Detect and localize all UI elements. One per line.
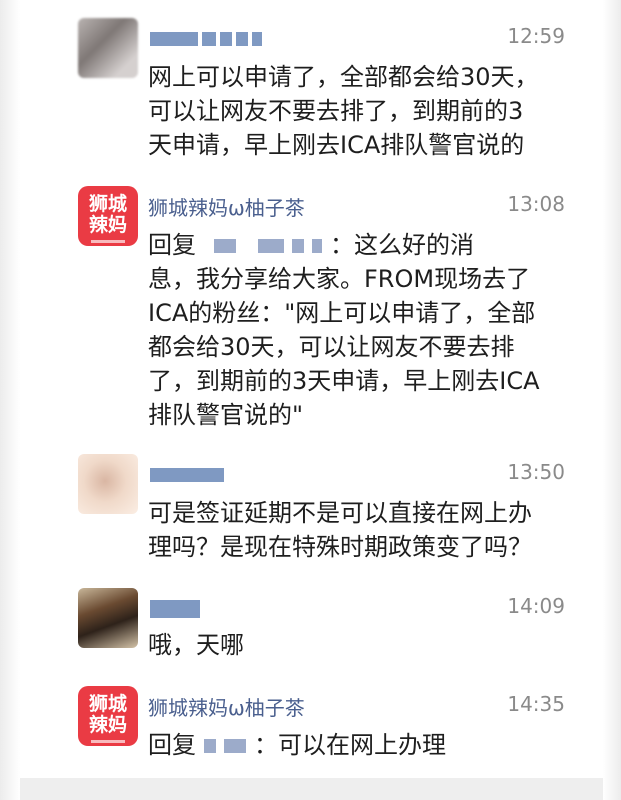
reply-prefix: 回复 xyxy=(148,731,196,759)
message-time: 13:50 xyxy=(507,460,565,484)
message-body: 息，我分享给大家。FROM现场去了 ICA的粉丝："网上可以申请了，全部 都会给… xyxy=(148,265,540,429)
reply-suffix: ：可以在网上办理 xyxy=(254,731,446,759)
avatar-decoration xyxy=(91,740,125,743)
sender-name-redacted[interactable] xyxy=(150,28,266,46)
avatar[interactable] xyxy=(78,18,138,78)
chat-screen: 12:59 网上可以申请了，全部都会给30天， 可以让网友不要去排了，到期前的3… xyxy=(0,0,621,800)
reply-prefix: 回复 xyxy=(148,231,196,259)
message-time: 12:59 xyxy=(507,24,565,48)
reply-target-redacted[interactable] xyxy=(292,239,304,253)
avatar[interactable] xyxy=(78,588,138,648)
reply-suffix: ：这么好的消 xyxy=(330,231,474,259)
message-time: 14:35 xyxy=(507,692,565,716)
reply-target-redacted[interactable] xyxy=(224,739,246,753)
message-text: 可是签证延期不是可以直接在网上办 理吗？是现在特殊时期政策变了吗？ xyxy=(148,499,532,561)
message-time: 13:08 xyxy=(507,192,565,216)
sender-name[interactable]: 狮城辣妈ω柚子茶 xyxy=(148,192,305,221)
avatar[interactable] xyxy=(78,454,138,514)
message-text: 网上可以申请了，全部都会给30天， 可以让网友不要去排了，到期前的3 天申请，早… xyxy=(148,63,539,159)
reply-target-redacted[interactable] xyxy=(204,739,216,753)
sender-name[interactable]: 狮城辣妈ω柚子茶 xyxy=(148,692,305,721)
bottom-bar xyxy=(20,778,603,800)
sender-name-redacted[interactable] xyxy=(150,464,228,482)
message-time: 14:09 xyxy=(507,594,565,618)
brand-avatar[interactable]: 狮城 辣妈 xyxy=(78,686,138,746)
avatar-decoration xyxy=(91,240,125,243)
brand-avatar[interactable]: 狮城 辣妈 xyxy=(78,186,138,246)
avatar-text-line2: 辣妈 xyxy=(88,714,127,736)
reply-target-redacted[interactable] xyxy=(258,239,284,253)
avatar-text-line2: 辣妈 xyxy=(88,214,127,236)
avatar-text-line1: 狮城 xyxy=(88,193,127,215)
sender-name-redacted[interactable] xyxy=(150,598,204,618)
reply-target-redacted[interactable] xyxy=(312,239,322,253)
message-text: 回复 ：可以在网上办理 xyxy=(148,728,588,762)
avatar-text-line1: 狮城 xyxy=(88,693,127,715)
message-text: 哦，天哪 xyxy=(148,631,244,659)
message-text: 回复 ：这么好的消 息，我分享给大家。FROM现场去了 ICA的粉丝："网上可以申… xyxy=(148,228,588,432)
reply-target-redacted[interactable] xyxy=(214,239,236,253)
